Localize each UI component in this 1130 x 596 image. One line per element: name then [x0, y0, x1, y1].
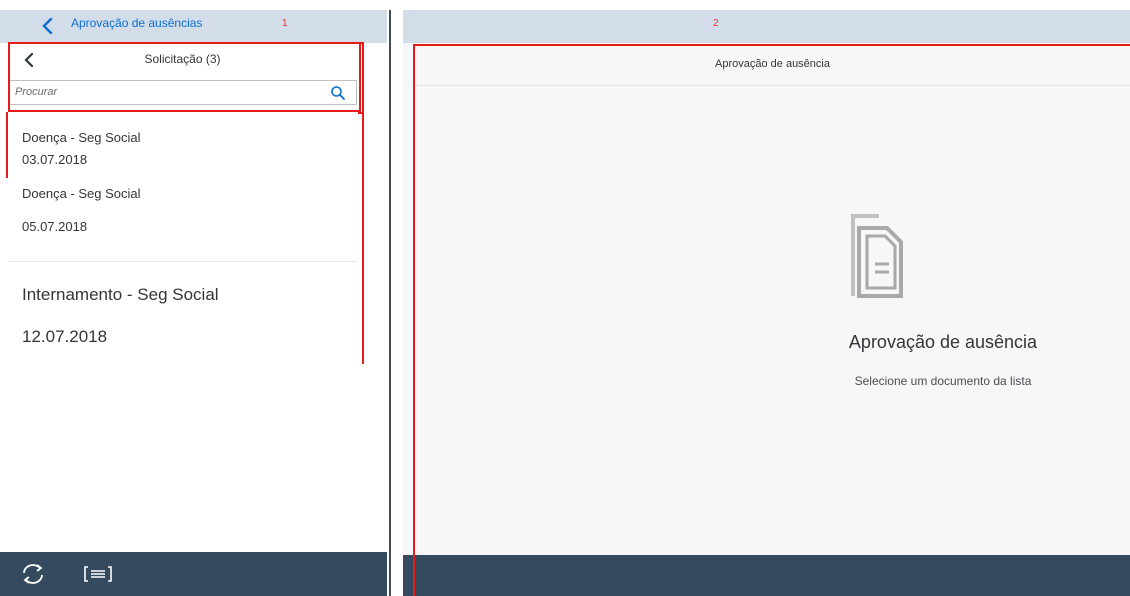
item-name: Doença - Seg Social — [22, 186, 141, 201]
item-date: 05.07.2018 — [22, 219, 88, 234]
panel-divider — [389, 10, 391, 596]
document-icon — [839, 212, 939, 302]
item-date: 03.07.2018 — [22, 152, 88, 167]
item-date: 12.07.2018 — [22, 327, 108, 346]
detail-footer — [403, 555, 1130, 596]
back-icon[interactable] — [36, 14, 60, 38]
detail-header: Aprovação de ausência — [415, 46, 1130, 86]
highlight-box — [358, 112, 364, 364]
annotation-marker-2: 2 — [713, 18, 719, 29]
master-footer — [0, 552, 387, 596]
list-header: Solicitação (3) — [8, 44, 357, 77]
list-item[interactable]: Doença - Seg Social 03.07.2018 — [8, 110, 357, 176]
annotation-marker-1: 1 — [282, 18, 288, 29]
app-header: Aprovação de ausências 1 — [0, 10, 387, 43]
highlight-box — [413, 44, 1130, 596]
empty-state-subtitle: Selecione um documento da lista — [854, 374, 1032, 388]
highlight-box — [358, 42, 364, 114]
item-name: Internamento - Seg Social — [22, 285, 219, 304]
detail-top-bar: 2 — [403, 10, 1130, 43]
multi-select-icon[interactable] — [84, 564, 112, 584]
list-item[interactable]: Internamento - Seg Social 12.07.2018 — [8, 263, 357, 361]
app-title: Aprovação de ausências — [71, 16, 203, 30]
empty-state-title: Aprovação de ausência — [848, 332, 1038, 352]
list-item[interactable]: Doença - Seg Social 05.07.2018 — [8, 176, 357, 262]
refresh-icon[interactable] — [20, 562, 46, 586]
search-input[interactable]: Procurar — [15, 86, 57, 98]
master-panel: Aprovação de ausências 1 Solicitação (3)… — [0, 0, 387, 596]
list-title: Solicitação (3) — [144, 52, 221, 66]
detail-panel: 2 Aprovação de ausência Aprovação de aus… — [403, 10, 1130, 596]
item-name: Doença - Seg Social — [22, 130, 141, 145]
detail-title: Aprovação de ausência — [715, 58, 830, 70]
search-icon[interactable] — [330, 85, 346, 101]
search-field[interactable]: Procurar — [8, 80, 357, 105]
